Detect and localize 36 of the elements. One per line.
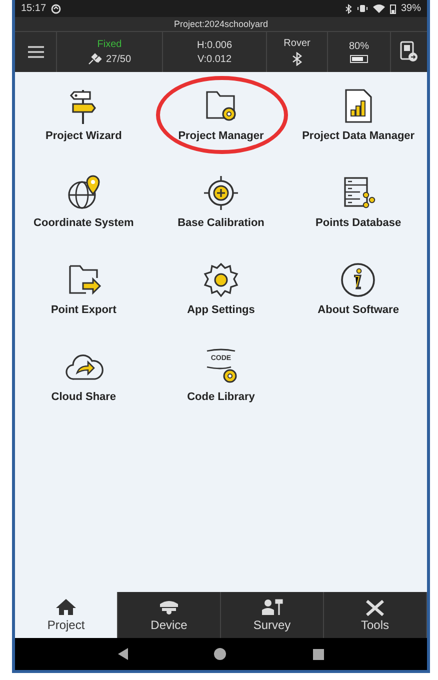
nav-tab[interactable]: Project	[15, 592, 118, 638]
project-title: Project:2024schoolyard	[174, 19, 268, 29]
menu-item[interactable]: Points Database	[316, 173, 402, 229]
battery-icon	[390, 4, 396, 14]
satellite-count: 27/50	[106, 54, 132, 64]
receiver-icon	[158, 598, 180, 616]
menu-icon	[28, 45, 44, 59]
tools-icon	[364, 598, 386, 616]
battery-percent: 39%	[400, 3, 421, 14]
bluetooth-icon	[344, 4, 352, 14]
menu-item[interactable]: About Software	[318, 260, 399, 316]
surveyor-icon	[261, 598, 283, 616]
menu-item[interactable]: Project Wizard	[46, 86, 122, 142]
home-button-icon[interactable]	[214, 648, 226, 660]
vibrate-icon	[356, 4, 368, 13]
back-icon[interactable]	[118, 648, 128, 660]
menu-item[interactable]: Project Data Manager	[302, 86, 415, 142]
menu-item[interactable]: Point Export	[50, 260, 116, 316]
battery-meter	[350, 55, 368, 63]
home-icon	[55, 598, 77, 616]
receiver-battery-percent: 80%	[348, 41, 369, 52]
sync-icon	[51, 4, 62, 14]
mode-label: Rover	[284, 38, 310, 49]
menu-item[interactable]: Coordinate System	[34, 173, 134, 229]
bluetooth-icon	[292, 52, 302, 66]
recents-icon[interactable]	[312, 648, 324, 660]
menu-item[interactable]: Project Manager	[178, 86, 264, 142]
menu-item[interactable]: Base Calibration	[178, 173, 264, 229]
menu-item[interactable]: Cloud Share	[51, 347, 116, 403]
vertical-precision: V:0.012	[197, 54, 232, 64]
fix-status: Fixed	[97, 39, 122, 50]
menu-item[interactable]: App Settings	[187, 260, 255, 316]
clock: 15:17	[21, 3, 46, 14]
device-icon	[399, 41, 419, 63]
wifi-icon	[372, 4, 385, 13]
horizontal-precision: H:0.006	[196, 40, 232, 50]
